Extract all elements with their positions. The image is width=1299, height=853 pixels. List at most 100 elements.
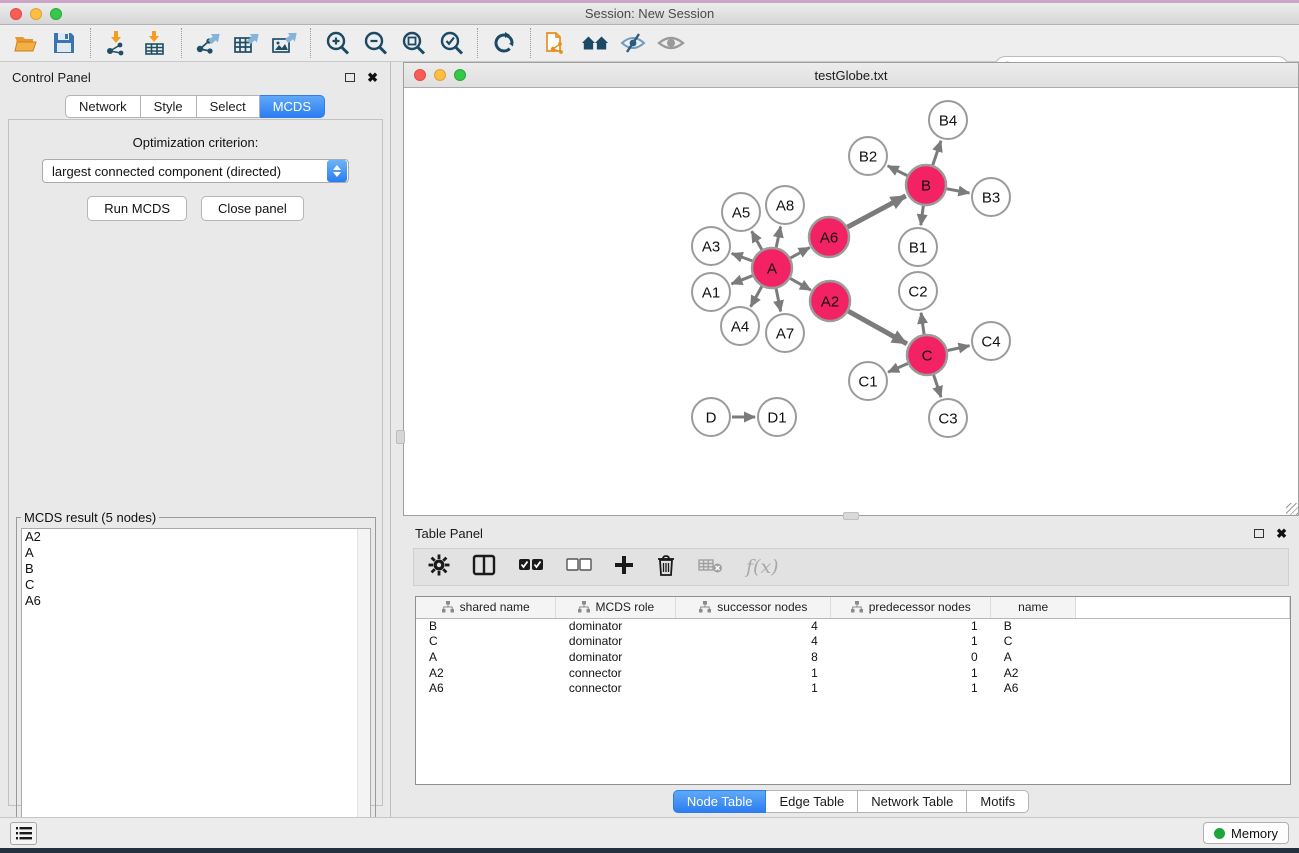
graph-node-B[interactable]: B [906,165,946,205]
save-session-icon[interactable] [50,29,78,57]
tab-network-table[interactable]: Network Table [858,790,967,813]
close-panel-icon[interactable]: ✖ [367,71,378,84]
graph-node-A3[interactable]: A3 [692,227,730,265]
column-header-successor-nodes[interactable]: successor nodes [676,597,831,618]
run-mcds-button[interactable]: Run MCDS [87,196,187,221]
close-panel-button[interactable]: Close panel [201,196,304,221]
tab-edge-table[interactable]: Edge Table [766,790,858,813]
graph-edge-B-B1[interactable] [921,206,923,225]
close-window-icon[interactable] [10,8,22,20]
graph-edge-C-C2[interactable] [921,313,924,334]
graph-edge-A-A2[interactable] [790,278,811,290]
zoom-selected-icon[interactable] [437,29,465,57]
delete-table-icon[interactable] [698,556,724,579]
tab-mcds[interactable]: MCDS [260,95,325,118]
graph-edge-C-C3[interactable] [934,375,941,397]
graph-edge-A-A1[interactable] [731,276,752,284]
graph-edge-A-A4[interactable] [751,286,762,306]
graph-node-A[interactable]: A [752,248,792,288]
network-graph[interactable]: B4B2BB3A8A5A6A3B1AA1C2A2A4A7C4CC1C3DD1 [404,88,1298,515]
table-float-icon[interactable] [1254,529,1264,538]
table-row[interactable]: Adominator80A [416,649,1290,665]
network-close-icon[interactable] [414,69,426,81]
table-row[interactable]: Cdominator41C [416,634,1290,650]
graph-node-C4[interactable]: C4 [972,322,1010,360]
graph-edge-A6-B[interactable] [848,196,906,227]
hide-details-eye-slash-icon[interactable] [619,29,647,57]
graph-edge-B-B3[interactable] [947,189,970,193]
tab-network[interactable]: Network [65,95,141,118]
network-minimize-icon[interactable] [434,69,446,81]
zoom-in-icon[interactable] [323,29,351,57]
table-close-icon[interactable]: ✖ [1276,527,1287,540]
graph-edge-A2-C[interactable] [848,311,907,344]
export-image-icon[interactable] [270,29,298,57]
graph-edge-A-A6[interactable] [790,248,809,258]
graph-node-A1[interactable]: A1 [692,273,730,311]
network-maximize-icon[interactable] [454,69,466,81]
main-titlebar[interactable]: Session: New Session [0,3,1299,25]
minimize-window-icon[interactable] [30,8,42,20]
resize-grip-icon[interactable] [1286,503,1298,515]
graph-node-A4[interactable]: A4 [721,307,759,345]
graph-node-B1[interactable]: B1 [899,228,937,266]
result-item[interactable]: C [22,577,370,593]
show-details-eye-icon[interactable] [657,29,685,57]
export-network-icon[interactable] [194,29,222,57]
graph-edge-C-C4[interactable] [948,346,970,351]
graph-node-B2[interactable]: B2 [849,137,887,175]
select-all-columns-icon[interactable] [518,558,544,577]
graph-edge-A-A3[interactable] [732,253,753,260]
column-header-shared-name[interactable]: shared name [416,597,556,618]
graph-node-A7[interactable]: A7 [766,314,804,352]
graph-node-A2[interactable]: A2 [810,281,850,321]
float-panel-icon[interactable] [345,73,355,82]
optimization-criterion-select[interactable]: largest connected component (directed) [42,159,349,183]
graph-edge-A-A5[interactable] [752,231,762,249]
result-item[interactable]: A [22,545,370,561]
panel-splitter-handle[interactable] [396,430,405,444]
table-row[interactable]: Bdominator41B [416,618,1290,634]
function-builder-icon[interactable]: f(x) [746,556,779,578]
home-icon[interactable] [581,29,609,57]
result-item[interactable]: B [22,561,370,577]
tab-style[interactable]: Style [141,95,197,118]
graph-node-D[interactable]: D [692,398,730,436]
table-settings-gear-icon[interactable] [428,554,450,581]
table-row[interactable]: A6connector11A6 [416,680,1290,696]
mcds-result-list[interactable]: A2 A B C A6 [21,528,371,853]
import-table-icon[interactable] [141,29,169,57]
result-item[interactable]: A2 [22,529,370,545]
delete-column-trash-icon[interactable] [656,554,676,581]
split-columns-icon[interactable] [472,554,496,581]
task-history-button[interactable] [10,822,37,845]
column-header-mcds-role[interactable]: MCDS role [556,597,676,618]
import-network-icon[interactable] [103,29,131,57]
graph-node-D1[interactable]: D1 [758,398,796,436]
graph-node-B4[interactable]: B4 [929,101,967,139]
graph-edge-B-B4[interactable] [933,141,941,165]
graph-edge-C-C1[interactable] [888,363,908,372]
result-scrollbar[interactable] [357,529,370,853]
create-column-icon[interactable] [614,555,634,580]
export-table-icon[interactable] [232,29,260,57]
fullscreen-window-icon[interactable] [50,8,62,20]
deselect-all-columns-icon[interactable] [566,558,592,577]
graph-node-C3[interactable]: C3 [929,399,967,437]
column-header-predecessor-nodes[interactable]: predecessor nodes [831,597,991,618]
network-canvas[interactable]: B4B2BB3A8A5A6A3B1AA1C2A2A4A7C4CC1C3DD1 [404,88,1298,515]
graph-node-B3[interactable]: B3 [972,178,1010,216]
open-file-icon[interactable] [12,29,40,57]
graph-edge-B-B2[interactable] [888,166,908,176]
graph-node-A6[interactable]: A6 [809,217,849,257]
graph-node-C[interactable]: C [907,335,947,375]
memory-button[interactable]: Memory [1203,822,1289,844]
graph-node-A5[interactable]: A5 [722,193,760,231]
refresh-layout-icon[interactable] [490,29,518,57]
window-splitter-handle[interactable] [843,512,859,520]
graph-edge-A-A8[interactable] [776,227,780,248]
graph-node-A8[interactable]: A8 [766,186,804,224]
graph-edge-A-A7[interactable] [776,289,781,312]
graph-node-C1[interactable]: C1 [849,362,887,400]
zoom-fit-icon[interactable] [399,29,427,57]
